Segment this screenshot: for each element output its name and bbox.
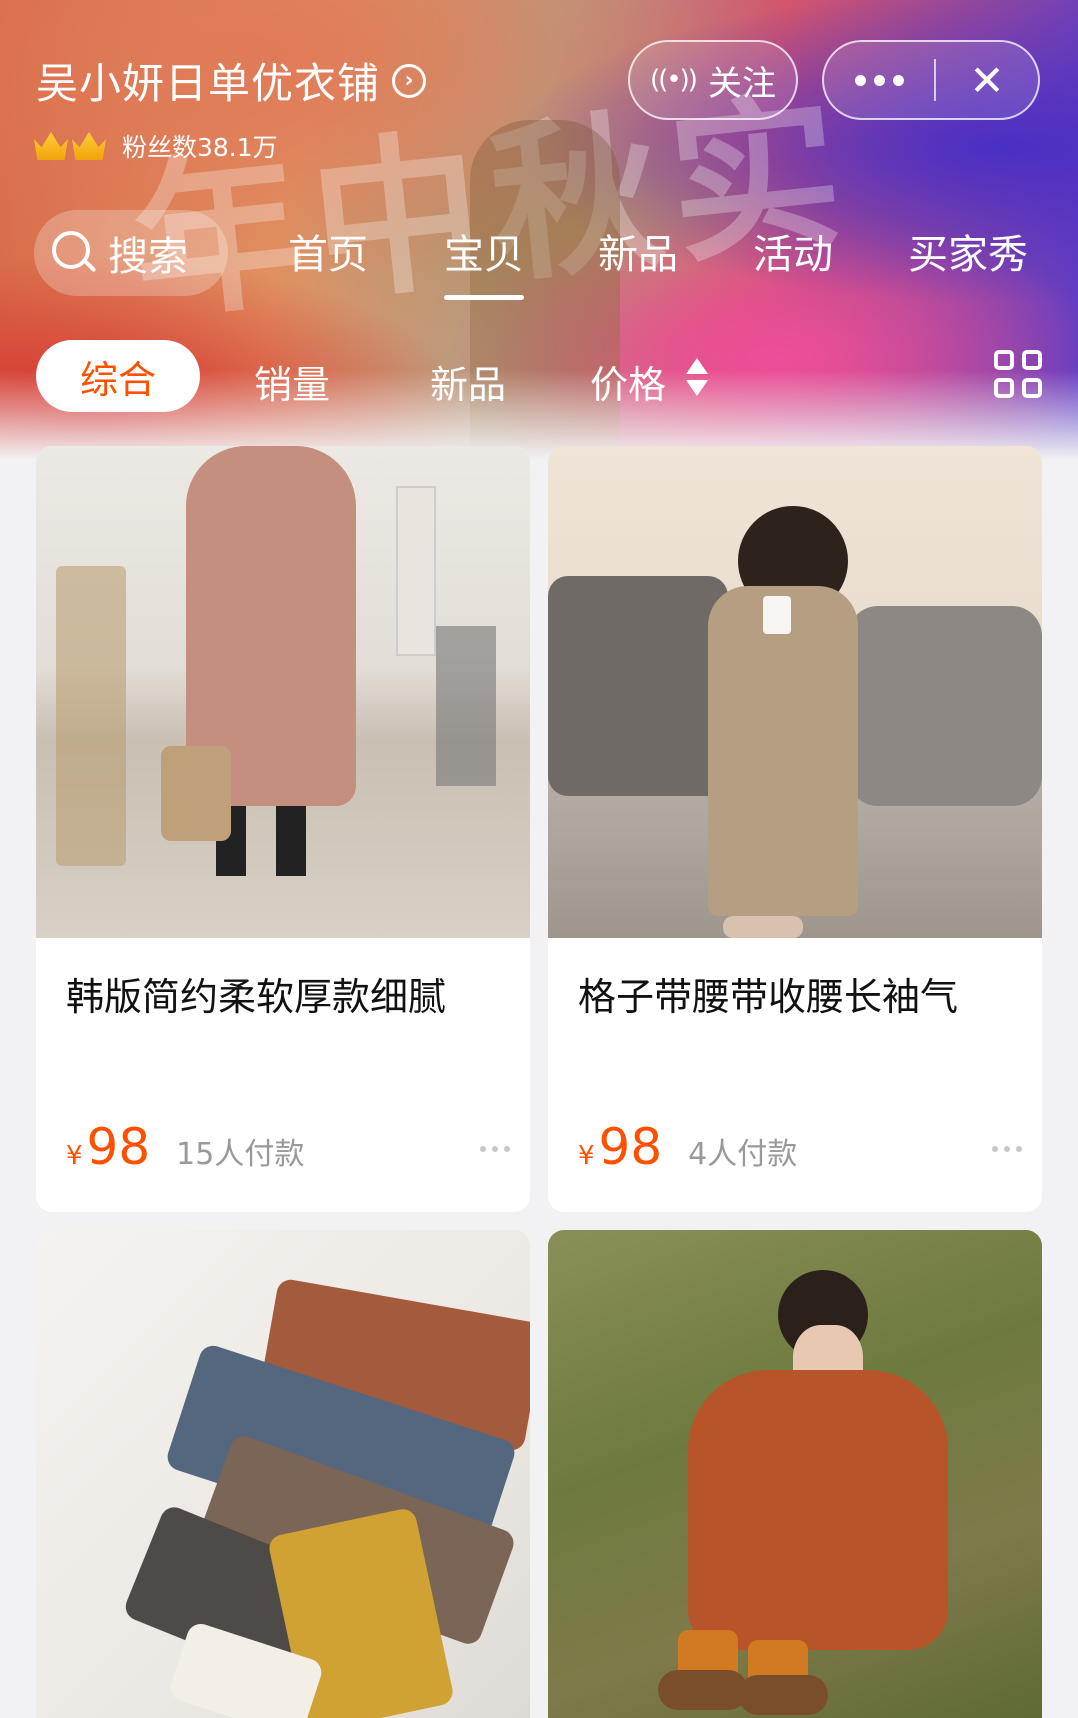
more-dot — [873, 74, 885, 86]
search-icon — [50, 229, 98, 277]
product-price: 98 — [86, 1118, 151, 1176]
broadcast-icon: ((•)) — [650, 65, 698, 95]
shop-fans: 粉丝数38.1万 — [34, 128, 278, 164]
follow-button[interactable]: ((•)) 关注 — [628, 40, 798, 120]
search-button[interactable]: 搜索 — [34, 210, 228, 296]
sold-count: 15人付款 — [176, 1137, 305, 1172]
more-button[interactable] — [824, 42, 934, 118]
crown-icon — [72, 132, 106, 160]
product-card[interactable] — [36, 1230, 530, 1718]
more-dots-icon[interactable] — [992, 1146, 1022, 1152]
product-image[interactable] — [36, 446, 530, 938]
price-row: ¥ 98 4人付款 — [578, 1118, 797, 1176]
banner-model-figure — [470, 120, 620, 460]
product-info: 韩版简约柔软厚款细腻 ¥ 98 15人付款 — [36, 938, 530, 1212]
sold-count: 4人付款 — [688, 1137, 798, 1172]
tab-activity[interactable]: 活动 — [753, 222, 833, 280]
sort-updown-icon[interactable] — [686, 356, 708, 400]
tab-products[interactable]: 宝贝 — [444, 222, 524, 300]
product-card[interactable]: 格子带腰带收腰长袖气 ¥ 98 4人付款 — [548, 446, 1042, 1212]
filter-comprehensive[interactable]: 综合 — [36, 340, 200, 412]
product-image[interactable] — [548, 1230, 1042, 1718]
tab-new[interactable]: 新品 — [598, 222, 678, 280]
shop-name: 吴小妍日单优衣铺 — [36, 59, 381, 108]
product-card[interactable] — [548, 1230, 1042, 1718]
search-label: 搜索 — [108, 234, 188, 280]
product-image[interactable] — [548, 446, 1042, 938]
follow-label: 关注 — [707, 63, 776, 104]
filter-new[interactable]: 新品 — [430, 354, 506, 409]
product-price: 98 — [598, 1118, 663, 1176]
filter-price[interactable]: 价格 — [590, 354, 666, 409]
shop-title[interactable]: 吴小妍日单优衣铺 › — [36, 50, 427, 111]
product-image[interactable] — [36, 1230, 530, 1718]
close-icon: ✕ — [969, 55, 1005, 105]
tab-buyer-show[interactable]: 买家秀 — [908, 222, 1028, 280]
fans-count: 粉丝数38.1万 — [122, 133, 278, 162]
tab-home[interactable]: 首页 — [288, 222, 368, 280]
product-info: 格子带腰带收腰长袖气 ¥ 98 4人付款 — [548, 938, 1042, 1212]
more-dots-icon — [854, 74, 866, 86]
crown-icon — [34, 132, 68, 160]
mini-program-capsule: ✕ — [822, 40, 1040, 120]
chevron-right-circle-icon[interactable]: › — [392, 63, 427, 98]
price-row: ¥ 98 15人付款 — [66, 1118, 304, 1176]
product-title[interactable]: 格子带腰带收腰长袖气 — [578, 966, 1012, 1021]
more-dot — [892, 74, 904, 86]
filter-sales[interactable]: 销量 — [254, 354, 330, 409]
product-title[interactable]: 韩版简约柔软厚款细腻 — [66, 966, 500, 1021]
product-card[interactable]: 韩版简约柔软厚款细腻 ¥ 98 15人付款 — [36, 446, 530, 1212]
currency-symbol: ¥ — [578, 1141, 595, 1171]
more-dots-icon[interactable] — [480, 1146, 510, 1152]
grid-layout-icon[interactable] — [994, 350, 1044, 400]
close-button[interactable]: ✕ — [936, 42, 1038, 118]
currency-symbol: ¥ — [66, 1141, 83, 1171]
